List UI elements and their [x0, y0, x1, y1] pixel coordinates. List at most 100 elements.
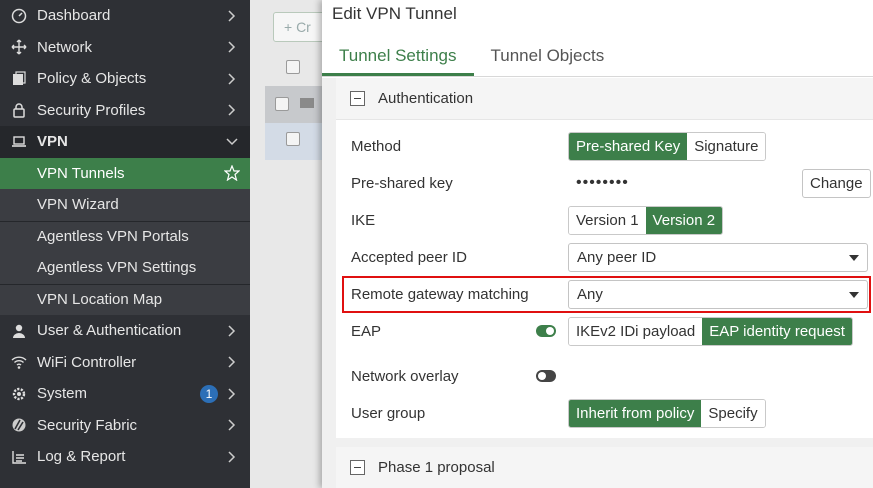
background-list-pane: + Cr	[250, 0, 333, 488]
chevron-right-icon	[222, 10, 242, 22]
sidebar-item-label: User & Authentication	[37, 322, 182, 340]
sidebar-item-agentless-settings[interactable]: Agentless VPN Settings	[0, 252, 250, 284]
switch-knob	[538, 372, 546, 380]
select-value: Any peer ID	[577, 248, 657, 266]
chevron-right-icon	[222, 325, 242, 337]
caret-down-icon	[849, 254, 859, 261]
method-toggle[interactable]: Pre-shared Key Signature	[568, 131, 767, 161]
collapse-checkbox[interactable]	[275, 97, 289, 111]
sidebar-item-user-auth[interactable]: User & Authentication	[0, 315, 250, 347]
field-label: Accepted peer ID	[351, 248, 467, 266]
field-label: EAP	[351, 322, 382, 340]
star-icon[interactable]	[222, 165, 242, 182]
fabric-icon	[10, 416, 28, 434]
edit-vpn-tunnel-dialog: Edit VPN Tunnel Tunnel Settings Tunnel O…	[322, 0, 873, 488]
user-icon	[10, 322, 28, 340]
eap-mode-toggle[interactable]: IKEv2 IDi payload EAP identity request	[568, 316, 853, 346]
sidebar-item-vpn-location-map[interactable]: VPN Location Map	[0, 283, 250, 315]
tab-tunnel-objects[interactable]: Tunnel Objects	[474, 30, 622, 76]
sidebar-item-label: Security Fabric	[37, 416, 138, 434]
sidebar-item-agentless-portals[interactable]: Agentless VPN Portals	[0, 220, 250, 252]
authentication-header[interactable]: Authentication	[336, 78, 873, 120]
switch-knob	[546, 327, 554, 335]
chevron-right-icon	[222, 73, 242, 85]
psk-masked-value: ••••••••	[576, 174, 629, 191]
select-all-checkbox[interactable]	[286, 60, 300, 74]
sidebar-item-network[interactable]: Network	[0, 32, 250, 64]
sidebar-item-dashboard[interactable]: Dashboard	[0, 0, 250, 32]
sidebar-item-label: Security Profiles	[37, 101, 146, 119]
eap-option-identity[interactable]: EAP identity request	[702, 317, 852, 345]
method-option-signature[interactable]: Signature	[687, 132, 766, 160]
field-label: User group	[351, 404, 426, 422]
section-title: Phase 1 proposal	[378, 459, 495, 476]
tab-tunnel-settings[interactable]: Tunnel Settings	[322, 30, 474, 76]
sidebar-item-vpn-wizard[interactable]: VPN Wizard	[0, 189, 250, 221]
dialog-tabs: Tunnel Settings Tunnel Objects	[322, 30, 873, 77]
usergroup-option-specify[interactable]: Specify	[701, 399, 765, 427]
ike-row: IKE Version 1 Version 2	[336, 205, 873, 235]
sidebar-item-label: VPN	[37, 133, 68, 151]
sidebar: Dashboard Network Policy & Objects Secur…	[0, 0, 250, 488]
sidebar-item-log-report[interactable]: Log & Report	[0, 441, 250, 473]
ike-option-v2[interactable]: Version 2	[645, 206, 723, 234]
row-checkbox[interactable]	[286, 132, 300, 146]
change-psk-button[interactable]: Change	[802, 168, 871, 198]
sidebar-item-wifi[interactable]: WiFi Controller	[0, 347, 250, 379]
sidebar-item-security-profiles[interactable]: Security Profiles	[0, 95, 250, 127]
peer-id-select[interactable]: Any peer ID	[568, 242, 868, 272]
ike-option-v1[interactable]: Version 1	[569, 206, 646, 234]
network-icon	[10, 38, 28, 56]
eap-option-idi[interactable]: IKEv2 IDi payload	[569, 317, 703, 345]
sidebar-item-policy[interactable]: Policy & Objects	[0, 63, 250, 95]
table-row-group[interactable]	[265, 86, 322, 123]
report-icon	[10, 448, 28, 466]
peer-id-row: Accepted peer ID Any peer ID	[336, 242, 873, 272]
collapse-icon[interactable]	[350, 460, 365, 475]
lock-icon	[10, 101, 28, 119]
eap-toggle-switch[interactable]	[536, 325, 556, 337]
eap-row: EAP IKEv2 IDi payload EAP identity reque…	[336, 316, 873, 346]
laptop-icon	[10, 133, 28, 151]
notification-badge: 1	[200, 384, 218, 403]
sidebar-item-security-fabric[interactable]: Security Fabric	[0, 410, 250, 442]
table-row[interactable]	[265, 123, 322, 160]
sidebar-item-label: VPN Tunnels	[37, 164, 125, 182]
collapse-icon[interactable]	[350, 91, 365, 106]
wifi-icon	[10, 353, 28, 371]
field-label: Method	[351, 137, 402, 155]
sidebar-item-label: VPN Wizard	[37, 196, 119, 214]
method-row: Method Pre-shared Key Signature	[336, 131, 873, 161]
field-label: Network overlay	[351, 367, 459, 385]
chevron-right-icon	[222, 451, 242, 463]
phase1-header[interactable]: Phase 1 proposal	[336, 447, 873, 488]
ike-version-toggle[interactable]: Version 1 Version 2	[568, 205, 724, 235]
sidebar-item-vpn[interactable]: VPN	[0, 126, 250, 158]
user-group-toggle[interactable]: Inherit from policy Specify	[568, 398, 766, 428]
usergroup-option-inherit[interactable]: Inherit from policy	[569, 399, 702, 427]
gear-icon	[10, 385, 28, 403]
sidebar-item-label: System	[37, 385, 88, 403]
sidebar-item-label: VPN Location Map	[37, 291, 163, 309]
sidebar-item-label: Log & Report	[37, 448, 126, 466]
dialog-title: Edit VPN Tunnel	[332, 4, 457, 23]
dashboard-icon	[10, 7, 28, 25]
psk-row: Pre-shared key •••••••• Change	[336, 168, 873, 198]
field-label: Pre-shared key	[351, 174, 453, 192]
sidebar-item-vpn-tunnels[interactable]: VPN Tunnels	[0, 157, 250, 189]
sidebar-item-label: WiFi Controller	[37, 353, 137, 371]
sidebar-item-system[interactable]: System 1	[0, 378, 250, 410]
chevron-right-icon	[222, 419, 242, 431]
method-option-psk[interactable]: Pre-shared Key	[569, 132, 688, 160]
sidebar-item-label: Dashboard	[37, 7, 111, 25]
phase1-section: Phase 1 proposal	[336, 447, 873, 488]
sidebar-item-label: Agentless VPN Settings	[37, 259, 197, 277]
sidebar-item-label: Network	[37, 38, 93, 56]
tunnel-group-icon	[300, 98, 314, 108]
overlay-toggle-switch[interactable]	[536, 370, 556, 382]
sidebar-item-label: Policy & Objects	[37, 70, 147, 88]
policy-icon	[10, 70, 28, 88]
chevron-down-icon	[222, 138, 242, 146]
chevron-right-icon	[222, 388, 242, 400]
sidebar-item-label: Agentless VPN Portals	[37, 228, 189, 246]
